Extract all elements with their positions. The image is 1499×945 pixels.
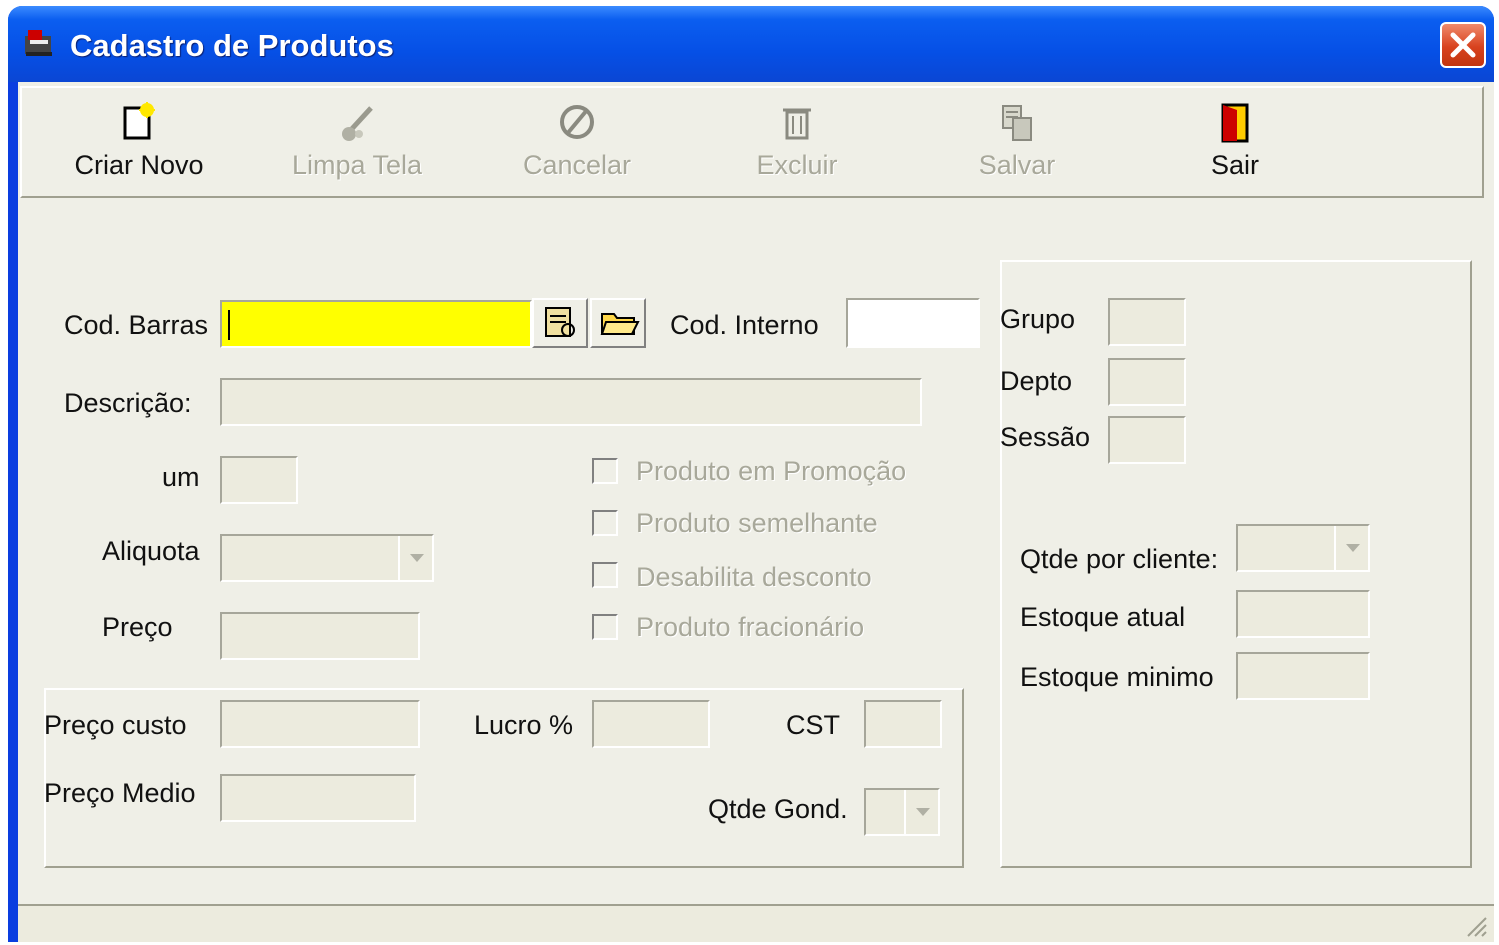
qtde-gond-dropdown-icon[interactable] — [904, 790, 938, 834]
cancelar-button[interactable]: Cancelar — [502, 102, 652, 192]
cst-label: CST — [786, 710, 840, 740]
preco-input[interactable] — [220, 612, 420, 660]
cancelar-label: Cancelar — [522, 150, 632, 180]
salvar-button[interactable]: Salvar — [942, 102, 1092, 192]
lucro-input[interactable] — [592, 700, 710, 748]
qtde-gond-select[interactable] — [864, 788, 940, 836]
eraser-icon — [342, 106, 373, 141]
cod-barras-input[interactable] — [220, 300, 532, 348]
lucro-label: Lucro % — [474, 710, 574, 740]
preco-custo-input[interactable] — [220, 700, 420, 748]
cst-input[interactable] — [864, 700, 942, 748]
promocao-checkbox[interactable] — [592, 458, 618, 484]
semelhante-label: Produto semelhante — [636, 508, 878, 538]
qtde-gond-label: Qtde Gond. — [708, 794, 848, 824]
close-icon — [1450, 32, 1476, 58]
estoque-atual-label: Estoque atual — [1020, 602, 1186, 632]
document-search-icon — [545, 307, 575, 337]
excluir-button[interactable]: Excluir — [722, 102, 872, 192]
qtde-cliente-select[interactable] — [1236, 524, 1370, 572]
um-label: um — [162, 462, 200, 492]
grupo-input[interactable] — [1108, 298, 1186, 346]
cod-barras-label: Cod. Barras — [64, 310, 209, 340]
sair-label: Sair — [1210, 150, 1259, 180]
app-icon — [25, 30, 52, 56]
aliquota-dropdown-icon[interactable] — [398, 536, 432, 580]
depto-input[interactable] — [1108, 358, 1186, 406]
excluir-label: Excluir — [756, 150, 838, 180]
limpa-tela-label: Limpa Tela — [291, 150, 423, 180]
limpa-tela-button[interactable]: Limpa Tela — [282, 102, 432, 192]
toolbar: Criar Novo Limpa Tela Cancelar Excluir S… — [20, 86, 1484, 198]
estoque-atual-input[interactable] — [1236, 590, 1370, 638]
trash-icon — [783, 108, 811, 140]
desabilita-desconto-label: Desabilita desconto — [636, 562, 872, 592]
qtde-cliente-dropdown-icon[interactable] — [1334, 526, 1368, 570]
form-client-area: Criar Novo Limpa Tela Cancelar Excluir S… — [18, 82, 1494, 942]
criar-novo-label: Criar Novo — [74, 150, 204, 180]
save-icon — [1002, 105, 1032, 141]
criar-novo-button[interactable]: Criar Novo — [64, 102, 214, 192]
new-document-icon — [123, 102, 155, 140]
fracionario-checkbox[interactable] — [592, 614, 618, 640]
salvar-label: Salvar — [978, 150, 1056, 180]
text-caret — [228, 310, 230, 340]
preco-custo-label: Preço custo — [44, 710, 187, 740]
sair-button[interactable]: Sair — [1160, 102, 1310, 192]
open-folder-button[interactable] — [590, 298, 646, 348]
exit-door-icon — [1221, 103, 1249, 143]
preco-medio-input[interactable] — [220, 774, 416, 822]
desabilita-desconto-checkbox[interactable] — [592, 562, 618, 588]
descricao-input[interactable] — [220, 378, 922, 426]
title-bar[interactable]: Cadastro de Produtos — [8, 6, 1494, 82]
qtde-cliente-label: Qtde por cliente: — [1020, 544, 1219, 574]
preco-medio-label: Preço Medio — [44, 778, 196, 808]
depto-label: Depto — [1000, 366, 1073, 396]
close-button[interactable] — [1440, 22, 1486, 68]
estoque-minimo-label: Estoque minimo — [1020, 662, 1214, 692]
folder-open-icon — [600, 313, 640, 335]
cancel-icon — [560, 105, 594, 139]
um-input[interactable] — [220, 456, 298, 504]
lookup-button[interactable] — [532, 298, 588, 348]
semelhante-checkbox[interactable] — [592, 510, 618, 536]
estoque-minimo-input[interactable] — [1236, 652, 1370, 700]
status-bar — [18, 904, 1494, 942]
cod-interno-label: Cod. Interno — [670, 310, 819, 340]
sessao-label: Sessão — [1000, 422, 1091, 452]
cod-interno-input[interactable] — [846, 298, 980, 348]
resize-grip-icon[interactable] — [1462, 912, 1488, 938]
sessao-input[interactable] — [1108, 416, 1186, 464]
aliquota-select[interactable] — [220, 534, 434, 582]
window-title: Cadastro de Produtos — [70, 28, 394, 63]
product-window: Cadastro de Produtos Criar Novo Limpa Te… — [8, 6, 1494, 942]
fracionario-label: Produto fracionário — [636, 612, 865, 642]
aliquota-label: Aliquota — [102, 536, 200, 566]
promocao-label: Produto em Promoção — [636, 456, 907, 486]
preco-label: Preço — [102, 612, 173, 642]
grupo-label: Grupo — [1000, 304, 1076, 334]
descricao-label: Descrição: — [64, 388, 192, 418]
